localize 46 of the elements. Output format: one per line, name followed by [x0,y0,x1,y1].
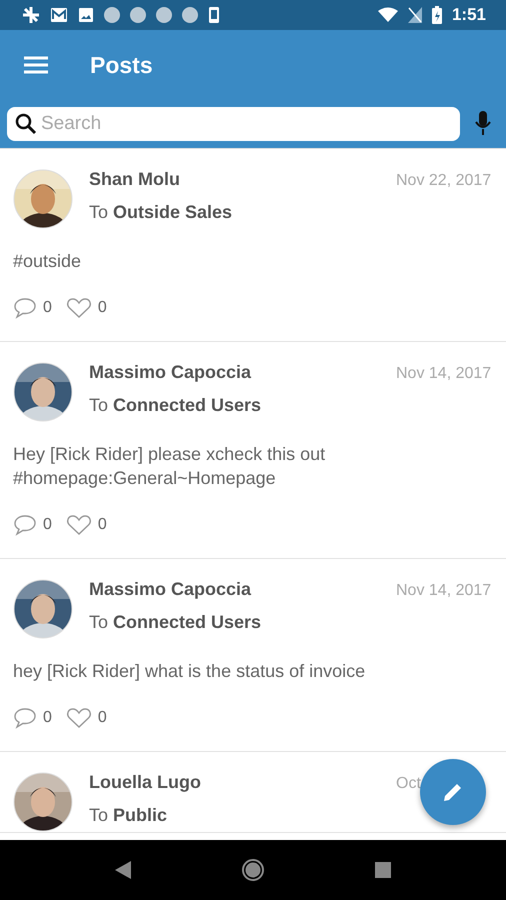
compose-button[interactable] [420,759,486,825]
author-name[interactable]: Louella Lugo [89,772,201,793]
wifi-icon [378,7,398,23]
notification-dot-icon [130,7,146,23]
post-date: Nov 14, 2017 [396,582,492,599]
post-date: Nov 14, 2017 [396,365,492,382]
microphone-icon[interactable] [474,111,492,137]
post-date: Oct [396,775,421,792]
audience-text: To Public [89,805,168,826]
author-name[interactable]: Massimo Capoccia [89,362,252,383]
comment-button[interactable]: 0 [13,297,52,319]
like-button[interactable]: 0 [66,707,107,729]
battery-icon [432,6,442,24]
image-icon [78,7,94,23]
speech-bubble-icon [13,707,37,729]
heart-icon [66,514,92,536]
comment-button[interactable]: 0 [13,707,52,729]
post-date: Nov 22, 2017 [396,172,492,189]
home-icon[interactable] [241,858,265,882]
heart-icon [66,297,92,319]
notification-dot-icon [104,7,120,23]
post-text: Hey [Rick Rider] please xcheck this out #homepage:General~Homepage [13,443,326,490]
author-name[interactable]: Massimo Capoccia [89,579,252,600]
post-text: #outside [13,250,82,273]
notification-dot-icon [156,7,172,23]
mail-icon [50,7,68,23]
like-button[interactable]: 0 [66,297,107,319]
comment-button[interactable]: 0 [13,514,52,536]
search-field[interactable]: Search [7,107,460,141]
speech-bubble-icon [13,514,37,536]
speech-bubble-icon [13,297,37,319]
like-button[interactable]: 0 [66,514,107,536]
heart-icon [66,707,92,729]
audience-text: To Connected Users [89,612,262,633]
author-name[interactable]: Shan Molu [89,169,180,190]
back-icon[interactable] [115,861,131,879]
audience-text: To Connected Users [89,395,262,416]
screen-title: Posts [90,52,153,78]
post-text: hey [Rick Rider] what is the status of invoice [13,660,366,683]
menu-icon[interactable] [24,56,48,74]
no-signal-icon [408,7,422,23]
audience-text: To Outside Sales [89,202,232,223]
pinwheel-icon [22,6,40,24]
notification-dot-icon [182,7,198,23]
phone-icon [208,6,220,24]
clock-text: 1:51 [452,5,486,25]
